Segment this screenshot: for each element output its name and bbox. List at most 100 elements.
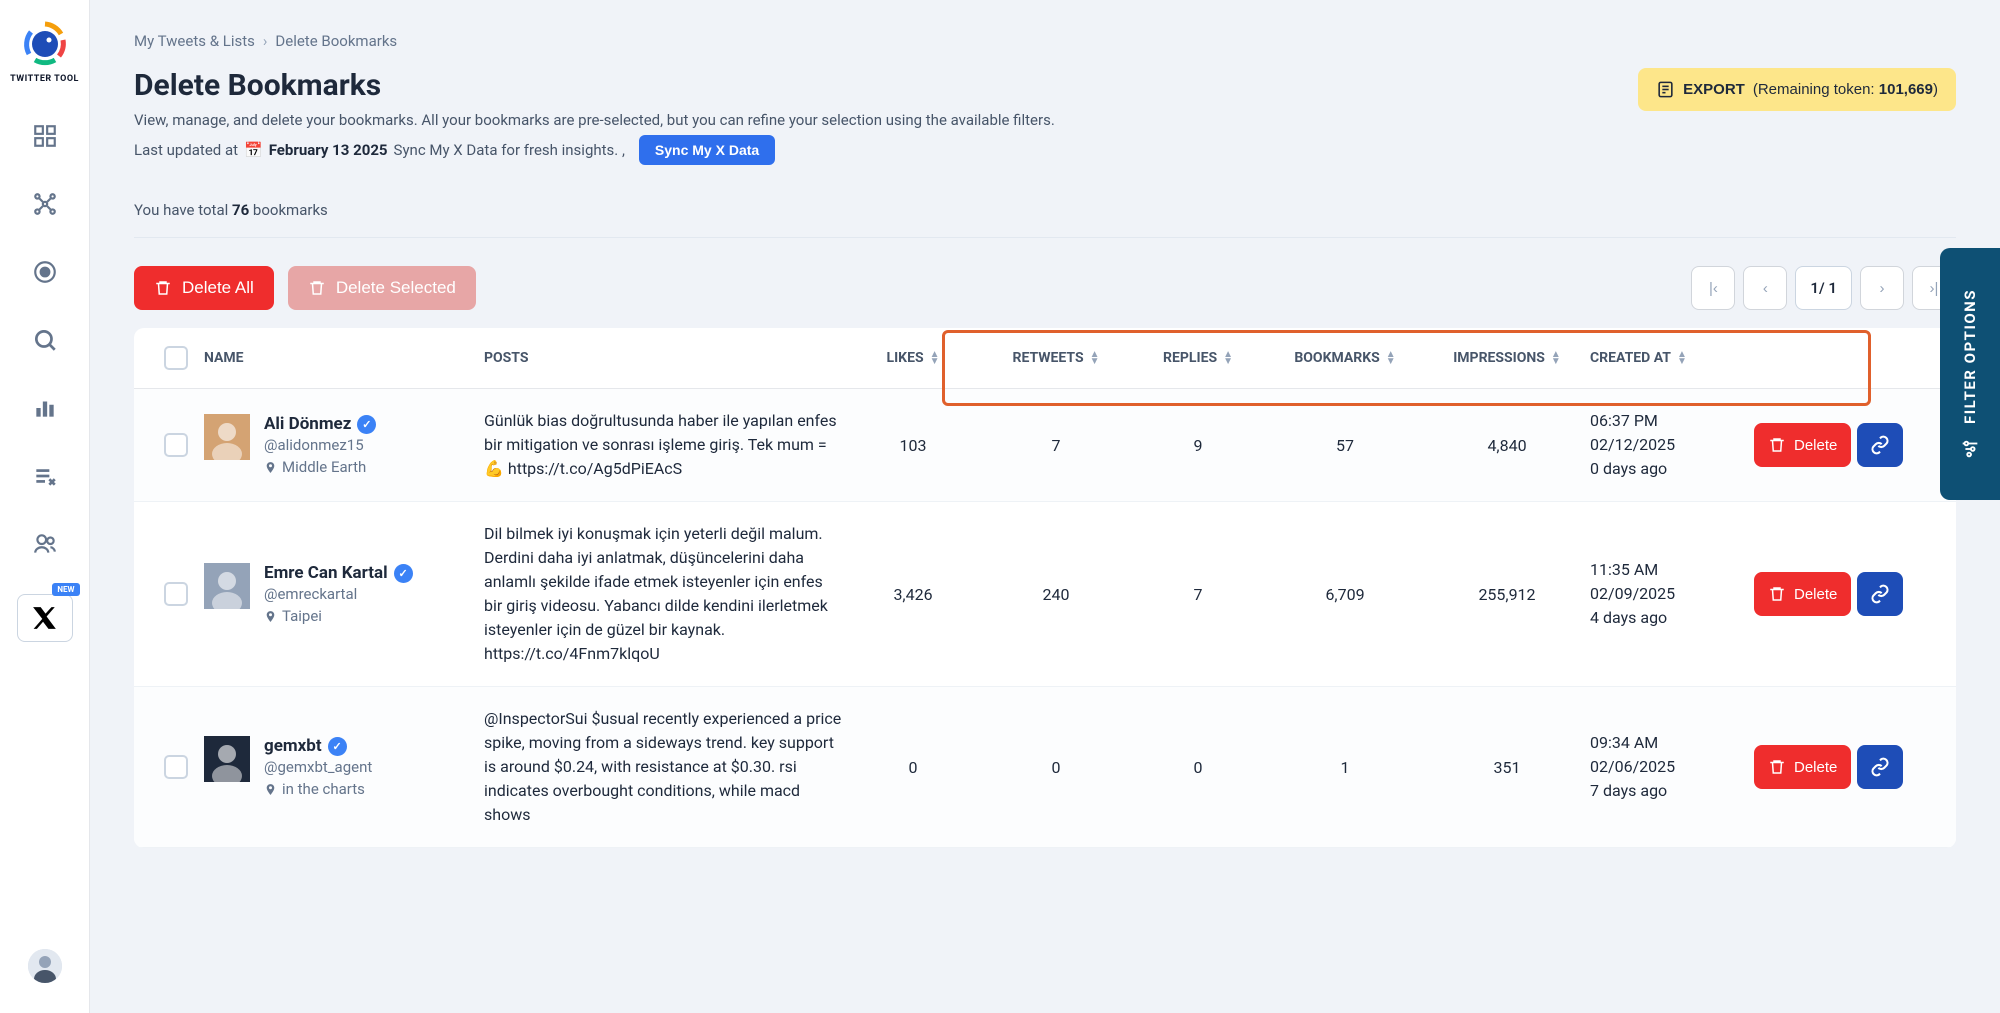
verified-icon: ✓ [328,737,347,756]
breadcrumb: My Tweets & Lists › Delete Bookmarks [134,32,1956,50]
link-icon [1870,584,1890,604]
breadcrumb-parent[interactable]: My Tweets & Lists [134,32,255,50]
page-title: Delete Bookmarks [134,68,1055,103]
page-first-button[interactable]: |‹ [1691,266,1735,310]
location-icon [264,783,277,796]
impressions-value: 351 [1424,758,1590,777]
user-location: Taipei [264,607,413,625]
column-retweets[interactable]: RETWEETS▲▼ [982,350,1130,366]
row-link-button[interactable] [1857,745,1903,789]
sync-hint: Sync My X Data for fresh insights. , [394,141,625,159]
column-created[interactable]: CREATED AT▲▼ [1590,350,1754,366]
user-handle: @alidonmez15 [264,436,376,454]
table-row: Emre Can Kartal✓ @emreckartal Taipei Dil… [134,502,1956,687]
column-likes[interactable]: LIKES▲▼ [844,350,982,366]
avatar [204,563,250,609]
column-posts[interactable]: POSTS [484,350,844,366]
column-bookmarks[interactable]: BOOKMARKS▲▼ [1266,350,1424,366]
pagination: |‹ ‹ 1/ 1 › ›| [1691,266,1956,310]
row-link-button[interactable] [1857,423,1903,467]
trash-icon [1768,758,1786,776]
replies-value: 9 [1130,436,1266,455]
row-delete-button[interactable]: Delete [1754,745,1851,789]
nav-target[interactable] [23,250,67,294]
row-delete-button[interactable]: Delete [1754,572,1851,616]
sort-icon: ▲▼ [1551,351,1561,365]
retweets-value: 0 [982,758,1130,777]
x-icon [32,605,58,631]
logo[interactable]: TWITTER TOOL [10,20,79,84]
page-subtitle: View, manage, and delete your bookmarks.… [134,111,1055,129]
nav-search[interactable] [23,318,67,362]
user-cell: Emre Can Kartal✓ @emreckartal Taipei [204,563,484,625]
main-content: My Tweets & Lists › Delete Bookmarks Del… [90,0,2000,848]
replies-value: 0 [1130,758,1266,777]
column-replies[interactable]: REPLIES▲▼ [1130,350,1266,366]
new-badge: NEW [52,583,79,596]
nav-people[interactable] [23,522,67,566]
last-updated-line: Last updated at 📅 February 13 2025 Sync … [134,135,1055,165]
trash-icon [1768,436,1786,454]
page-prev-button[interactable]: ‹ [1743,266,1787,310]
sort-icon: ▲▼ [1090,351,1100,365]
row-checkbox[interactable] [164,582,188,606]
logo-icon [21,20,69,68]
avatar [204,736,250,782]
export-label: EXPORT [1683,81,1745,98]
replies-value: 7 [1130,585,1266,604]
user-location: Middle Earth [264,458,376,476]
nav-list-remove[interactable] [23,454,67,498]
breadcrumb-current: Delete Bookmarks [275,32,397,50]
sync-data-button[interactable]: Sync My X Data [639,135,775,165]
row-link-button[interactable] [1857,572,1903,616]
filter-icon [1959,438,1981,460]
likes-value: 0 [844,758,982,777]
row-delete-button[interactable]: Delete [1754,423,1851,467]
user-location: in the charts [264,780,372,798]
column-impressions[interactable]: IMPRESSIONS▲▼ [1424,350,1590,366]
verified-icon: ✓ [394,564,413,583]
last-updated-prefix: Last updated at [134,141,238,159]
nav-analytics[interactable] [23,386,67,430]
verified-icon: ✓ [357,415,376,434]
row-checkbox[interactable] [164,433,188,457]
retweets-value: 7 [982,436,1130,455]
user-handle: @gemxbt_agent [264,758,372,776]
location-icon [264,461,277,474]
user-cell: Ali Dönmez✓ @alidonmez15 Middle Earth [204,414,484,476]
sort-icon: ▲▼ [1677,351,1687,365]
delete-selected-button[interactable]: Delete Selected [288,266,476,310]
select-all-checkbox[interactable] [164,346,188,370]
table-row: Ali Dönmez✓ @alidonmez15 Middle Earth Gü… [134,389,1956,502]
filter-options-tab[interactable]: FILTER OPTIONS [1940,248,2000,500]
toolbar: Delete All Delete Selected |‹ ‹ 1/ 1 › ›… [134,266,1956,310]
table-body: Ali Dönmez✓ @alidonmez15 Middle Earth Gü… [134,389,1956,848]
user-avatar[interactable] [28,949,62,983]
created-at: 11:35 AM02/09/20254 days ago [1590,558,1754,630]
location-icon [264,610,277,623]
calendar-icon: 📅 [244,141,263,159]
sidebar: TWITTER TOOL NEW [0,0,90,1013]
avatar [204,414,250,460]
nav-network[interactable] [23,182,67,226]
likes-value: 3,426 [844,585,982,604]
row-checkbox[interactable] [164,755,188,779]
user-name: Ali Dönmez✓ [264,414,376,434]
delete-all-button[interactable]: Delete All [134,266,274,310]
bookmarks-value: 6,709 [1266,585,1424,604]
total-bookmarks-line: You have total 76 bookmarks [134,201,1956,238]
page-next-button[interactable]: › [1860,266,1904,310]
nav-dashboard[interactable] [23,114,67,158]
post-text: Günlük bias doğrultusunda haber ile yapı… [484,409,844,481]
created-at: 06:37 PM02/12/20250 days ago [1590,409,1754,481]
trash-icon [308,279,326,297]
nav-x-item[interactable]: NEW [17,594,73,642]
column-name[interactable]: NAME [204,350,484,366]
sort-icon: ▲▼ [1223,351,1233,365]
post-text: @InspectorSui $usual recently experience… [484,707,844,827]
trash-icon [154,279,172,297]
trash-icon [1768,585,1786,603]
chevron-right-icon: › [263,32,268,50]
created-at: 09:34 AM02/06/20257 days ago [1590,731,1754,803]
export-button[interactable]: EXPORT (Remaining token: 101,669) [1638,68,1956,111]
